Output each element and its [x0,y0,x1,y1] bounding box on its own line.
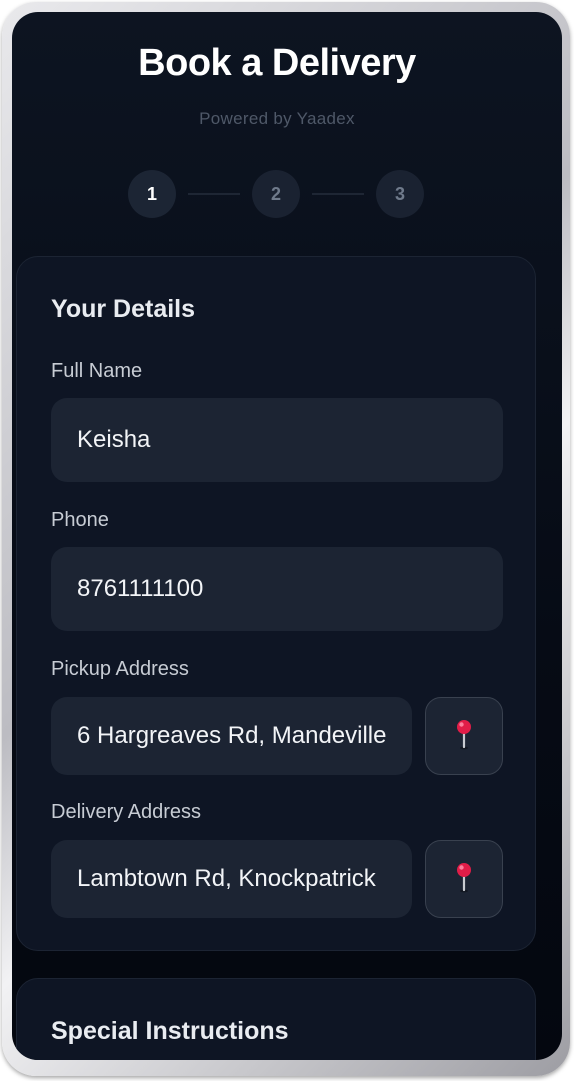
full-name-label: Full Name [51,360,143,382]
phone-input[interactable]: 8761111100 [51,547,503,631]
phone-label: Phone [51,509,109,531]
pickup-locate-button[interactable] [425,697,503,775]
map-pin-icon [451,718,477,755]
details-card-title: Your Details [51,295,196,323]
step-3[interactable]: 3 [376,170,424,218]
step-connector [188,193,240,195]
special-instructions-card: Special Instructions [16,978,536,1060]
pickup-address-label: Pickup Address [51,658,189,680]
page-subtitle: Powered by Yaadex [199,109,355,128]
device-frame: Book a Delivery Powered by Yaadex 1 2 3 … [2,2,570,1076]
pickup-address-input[interactable]: 6 Hargreaves Rd, Mandeville [51,697,412,775]
delivery-locate-button[interactable] [425,840,503,918]
step-1[interactable]: 1 [128,170,176,218]
details-card: Your Details Full Name Keisha Phone 8761… [16,256,536,951]
stepper: 1 2 3 [12,170,542,218]
delivery-address-input[interactable]: Lambtown Rd, Knockpatrick [51,840,412,918]
step-connector [312,193,364,195]
special-instructions-title: Special Instructions [51,1017,289,1045]
app-screen: Book a Delivery Powered by Yaadex 1 2 3 … [12,12,562,1060]
page-title: Book a Delivery [138,42,416,84]
step-2[interactable]: 2 [252,170,300,218]
delivery-address-label: Delivery Address [51,801,202,823]
map-pin-icon [451,861,477,898]
full-name-input[interactable]: Keisha [51,398,503,482]
